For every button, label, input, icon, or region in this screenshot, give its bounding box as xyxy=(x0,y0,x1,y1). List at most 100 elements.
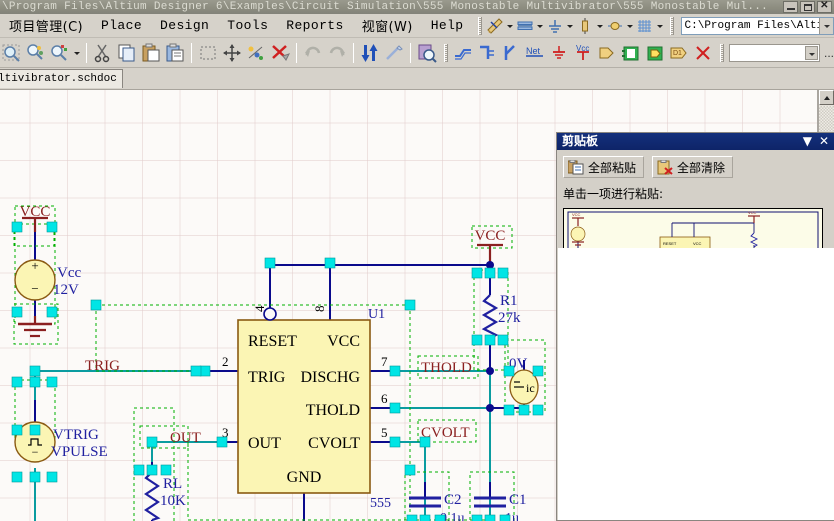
grid-icon[interactable] xyxy=(635,16,655,36)
zoom-selection-icon[interactable] xyxy=(25,42,47,64)
svg-text:U1: U1 xyxy=(368,307,385,322)
altium-designer-window: \Program Files\Altium Designer 6\Example… xyxy=(0,0,834,521)
svg-text:2: 2 xyxy=(222,354,229,369)
net-label-icon[interactable]: Net xyxy=(524,42,546,64)
wand-icon[interactable] xyxy=(383,42,405,64)
clear-all-button[interactable]: 全部清除 xyxy=(652,156,734,178)
svg-text:555: 555 xyxy=(370,496,391,511)
gnd-power-port-icon[interactable] xyxy=(548,42,570,64)
zoom-document-icon[interactable] xyxy=(1,42,23,64)
schematic-editor-icon[interactable] xyxy=(485,16,505,36)
address-bar[interactable]: C:\Program Files\Altium Designe xyxy=(680,16,834,35)
standard-toolbar: Net Vcc D1 ... xyxy=(0,38,834,68)
toolbar-combo[interactable] xyxy=(728,43,820,62)
svg-text:RESET: RESET xyxy=(663,241,677,246)
menu-item-project[interactable]: 项目管理(C) xyxy=(0,14,92,37)
svg-text:R1: R1 xyxy=(500,293,518,309)
cut-icon[interactable] xyxy=(92,42,114,64)
svg-text:VCC: VCC xyxy=(20,204,51,220)
restore-button[interactable] xyxy=(800,1,815,13)
document-tab-strip: ltivibrator.schdoc xyxy=(0,68,834,90)
menu-item-help[interactable]: Help xyxy=(422,16,473,35)
svg-text:ic: ic xyxy=(526,381,535,395)
device-sheet-icon[interactable]: D1 xyxy=(668,42,690,64)
redo-icon[interactable] xyxy=(326,42,348,64)
ground-symbol-icon[interactable] xyxy=(545,16,565,36)
part-icon[interactable] xyxy=(575,16,595,36)
window-controls: ✕ xyxy=(783,1,832,13)
clipboard-empty-area xyxy=(558,248,834,520)
updown-icon[interactable] xyxy=(359,42,381,64)
zoom-dropdown-icon[interactable] xyxy=(72,44,82,62)
grid-dropdown-icon[interactable] xyxy=(655,17,665,35)
wire-bus-icon[interactable] xyxy=(515,16,535,36)
paste-all-button[interactable]: 全部粘贴 xyxy=(563,156,645,178)
svg-text:VPULSE: VPULSE xyxy=(51,444,108,460)
svg-text:THOLD: THOLD xyxy=(306,402,360,419)
menu-item-place[interactable]: Place xyxy=(92,16,151,35)
close-button[interactable]: ✕ xyxy=(817,1,832,13)
copy-icon[interactable] xyxy=(116,42,138,64)
close-icon[interactable]: ✕ xyxy=(819,133,829,150)
menu-item-tools[interactable]: Tools xyxy=(218,16,277,35)
part-place-icon[interactable] xyxy=(596,42,618,64)
svg-text:VCC: VCC xyxy=(572,212,581,217)
toolbar-grip[interactable] xyxy=(477,16,482,35)
browse-icon[interactable] xyxy=(416,42,438,64)
svg-text:GND: GND xyxy=(287,469,322,486)
svg-text:VCC: VCC xyxy=(693,241,702,246)
chevron-down-icon[interactable]: ▼ xyxy=(803,133,812,150)
clipboard-button-row: 全部粘贴 全部清除 xyxy=(563,156,828,178)
bus-entry-icon[interactable] xyxy=(500,42,522,64)
select-area-icon[interactable] xyxy=(197,42,219,64)
svg-text:CVOLT: CVOLT xyxy=(308,435,360,452)
move-icon[interactable] xyxy=(221,42,243,64)
node-dropdown-icon[interactable] xyxy=(625,17,635,35)
svg-text:THOLD: THOLD xyxy=(421,360,472,376)
bus-icon[interactable] xyxy=(476,42,498,64)
component-r1: R1 27k xyxy=(481,293,521,339)
wire-bus-dropdown-icon[interactable] xyxy=(535,17,545,35)
menu-item-reports[interactable]: Reports xyxy=(277,16,352,35)
toolbar-overflow-button[interactable]: ... xyxy=(824,46,834,60)
minimize-button[interactable] xyxy=(783,1,798,13)
wiring-toolbar-grip[interactable] xyxy=(443,43,448,62)
part-dropdown-icon[interactable] xyxy=(595,17,605,35)
svg-text:+: + xyxy=(31,258,38,273)
sheet-symbol-icon[interactable] xyxy=(620,42,642,64)
clear-all-label: 全部清除 xyxy=(677,160,726,175)
clear-selection-icon[interactable] xyxy=(269,42,291,64)
svg-text:C2: C2 xyxy=(444,492,462,508)
vcc-power-port-icon[interactable]: Vcc xyxy=(572,42,594,64)
toolbar-separator xyxy=(352,42,354,63)
svg-text:DISCHG: DISCHG xyxy=(300,369,360,386)
schematic-editor-dropdown-icon[interactable] xyxy=(505,17,515,35)
svg-text:OUT: OUT xyxy=(248,435,281,452)
svg-text:6: 6 xyxy=(381,391,388,406)
undo-icon[interactable] xyxy=(302,42,324,64)
zoom-area-icon[interactable] xyxy=(49,42,71,64)
ground-symbol-dropdown-icon[interactable] xyxy=(565,17,575,35)
sheet-entry-icon[interactable] xyxy=(644,42,666,64)
svg-text:VCC: VCC xyxy=(748,210,757,215)
svg-text:RL: RL xyxy=(163,476,182,492)
address-dropdown-icon[interactable] xyxy=(819,17,833,34)
component-vcc-source: + − Vcc 12V xyxy=(14,258,81,301)
menu-item-design[interactable]: Design xyxy=(151,16,218,35)
wire-icon[interactable] xyxy=(452,42,474,64)
document-tab[interactable]: ltivibrator.schdoc xyxy=(0,69,123,88)
combo-toolbar-grip[interactable] xyxy=(719,43,724,62)
scroll-up-arrow-icon[interactable] xyxy=(819,90,834,105)
power-port-vcc-left: VCC xyxy=(20,204,51,232)
clipboard-panel-title: 剪贴板 xyxy=(562,134,599,148)
svg-text:5: 5 xyxy=(381,425,388,440)
deselect-icon[interactable] xyxy=(245,42,267,64)
svg-text:C1: C1 xyxy=(509,492,527,508)
menu-item-window[interactable]: 视窗(W) xyxy=(353,14,422,37)
toolbar-combo-dropdown-icon[interactable] xyxy=(804,45,818,60)
paste-special-icon[interactable] xyxy=(164,42,186,64)
no-erc-icon[interactable] xyxy=(692,42,714,64)
paste-icon[interactable] xyxy=(140,42,162,64)
address-toolbar-grip[interactable] xyxy=(669,16,674,35)
node-icon[interactable] xyxy=(605,16,625,36)
